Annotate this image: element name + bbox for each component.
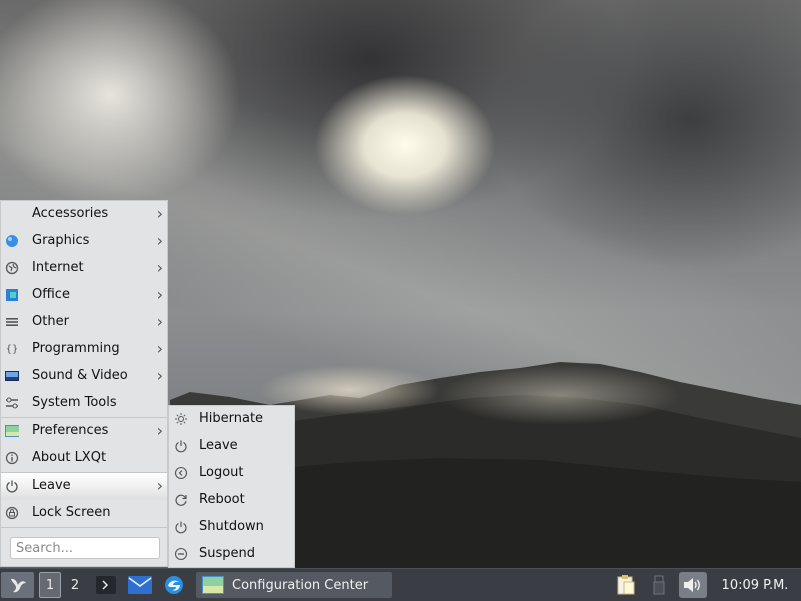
clock[interactable]: 10:09 P.M. (712, 572, 798, 598)
menu-item-label: Programming (32, 341, 120, 356)
menu-item-label: Graphics (32, 233, 90, 248)
menu-item-lock-screen[interactable]: Lock Screen (1, 500, 167, 527)
submenu-item-label: Shutdown (199, 519, 264, 534)
menu-item-graphics[interactable]: Graphics › (1, 228, 167, 255)
other-icon (5, 315, 19, 329)
terminal-launcher[interactable] (92, 572, 120, 598)
browser-launcher[interactable] (160, 572, 188, 598)
menu-separator (1, 527, 167, 528)
volume-icon (684, 578, 700, 592)
menu-item-preferences[interactable]: Preferences › (1, 418, 167, 445)
power-icon (5, 479, 19, 493)
accessories-icon (5, 207, 19, 221)
terminal-icon (96, 576, 116, 594)
workspace-2-button[interactable]: 2 (64, 572, 86, 598)
programming-icon: {} (5, 343, 19, 355)
menu-item-internet[interactable]: Internet › (1, 255, 167, 282)
menu-item-leave[interactable]: Leave › (1, 473, 167, 500)
workspace-1-button[interactable]: 1 (39, 572, 61, 598)
chevron-right-icon: › (156, 476, 163, 495)
shutdown-icon (174, 520, 188, 534)
graphics-icon (5, 234, 19, 248)
menu-item-label: System Tools (32, 395, 117, 410)
system-tools-icon (5, 396, 19, 410)
start-menu-button[interactable] (1, 572, 34, 598)
logout-icon (174, 466, 188, 480)
configuration-center-icon (202, 576, 224, 594)
chevron-right-icon: › (156, 366, 163, 385)
submenu-item-leave[interactable]: Leave (169, 433, 294, 460)
mail-launcher[interactable] (126, 572, 154, 598)
info-icon (5, 451, 19, 465)
leave-submenu: Hibernate Leave Logout Reboot Shutdown S… (168, 405, 295, 568)
submenu-item-label: Hibernate (199, 411, 264, 426)
chevron-right-icon: › (156, 204, 163, 223)
menu-item-system-tools[interactable]: System Tools (1, 390, 167, 417)
menu-item-label: Other (32, 314, 69, 329)
browser-icon (165, 576, 183, 594)
menu-item-accessories[interactable]: Accessories › (1, 201, 167, 228)
clipboard-icon (617, 575, 635, 595)
submenu-item-shutdown[interactable]: Shutdown (169, 514, 294, 541)
volume-tray-button[interactable] (679, 572, 707, 598)
menu-item-programming[interactable]: {} Programming › (1, 336, 167, 363)
internet-icon (5, 261, 19, 275)
submenu-item-suspend[interactable]: Suspend (169, 541, 294, 568)
chevron-right-icon: › (156, 339, 163, 358)
menu-item-sound-video[interactable]: Sound & Video › (1, 363, 167, 390)
menu-item-label: Preferences (32, 423, 109, 438)
mail-icon (128, 576, 152, 594)
menu-item-label: Internet (32, 260, 84, 275)
submenu-item-label: Leave (199, 438, 238, 453)
menu-item-label: Office (32, 287, 70, 302)
chevron-right-icon: › (156, 258, 163, 277)
power-icon (174, 439, 188, 453)
submenu-item-reboot[interactable]: Reboot (169, 487, 294, 514)
hibernate-icon (174, 412, 188, 426)
usb-drive-icon (653, 575, 665, 595)
suspend-icon (174, 547, 188, 561)
menu-item-office[interactable]: Office › (1, 282, 167, 309)
office-icon (5, 288, 19, 302)
menu-item-label: About LXQt (32, 450, 107, 465)
chevron-right-icon: › (156, 231, 163, 250)
chevron-right-icon: › (156, 285, 163, 304)
submenu-item-label: Logout (199, 465, 244, 480)
taskbar: 1 2 Configuration Center 10:09 P.M. (0, 568, 801, 601)
menu-item-label: Leave (32, 478, 71, 493)
menu-item-label: Sound & Video (32, 368, 128, 383)
menu-item-label: Accessories (32, 206, 109, 221)
application-menu: Accessories › Graphics › Internet › Offi… (0, 200, 168, 567)
chevron-right-icon: › (156, 312, 163, 331)
menu-item-other[interactable]: Other › (1, 309, 167, 336)
menu-item-about[interactable]: About LXQt (1, 445, 167, 472)
submenu-item-hibernate[interactable]: Hibernate (169, 406, 294, 433)
task-label: Configuration Center (232, 577, 369, 593)
clipboard-tray-button[interactable] (612, 572, 640, 598)
submenu-item-logout[interactable]: Logout (169, 460, 294, 487)
submenu-item-label: Suspend (199, 546, 256, 561)
submenu-item-label: Reboot (199, 492, 245, 507)
chevron-right-icon: › (156, 421, 163, 440)
search-input[interactable] (10, 537, 160, 559)
removable-media-tray-button[interactable] (646, 572, 672, 598)
lock-icon (5, 506, 19, 520)
sound-video-icon (5, 369, 19, 383)
preferences-icon (5, 424, 19, 438)
reboot-icon (174, 493, 188, 507)
menu-item-label: Lock Screen (32, 505, 111, 520)
lxqt-logo-icon (10, 578, 26, 593)
task-configuration-center[interactable]: Configuration Center (196, 572, 392, 598)
